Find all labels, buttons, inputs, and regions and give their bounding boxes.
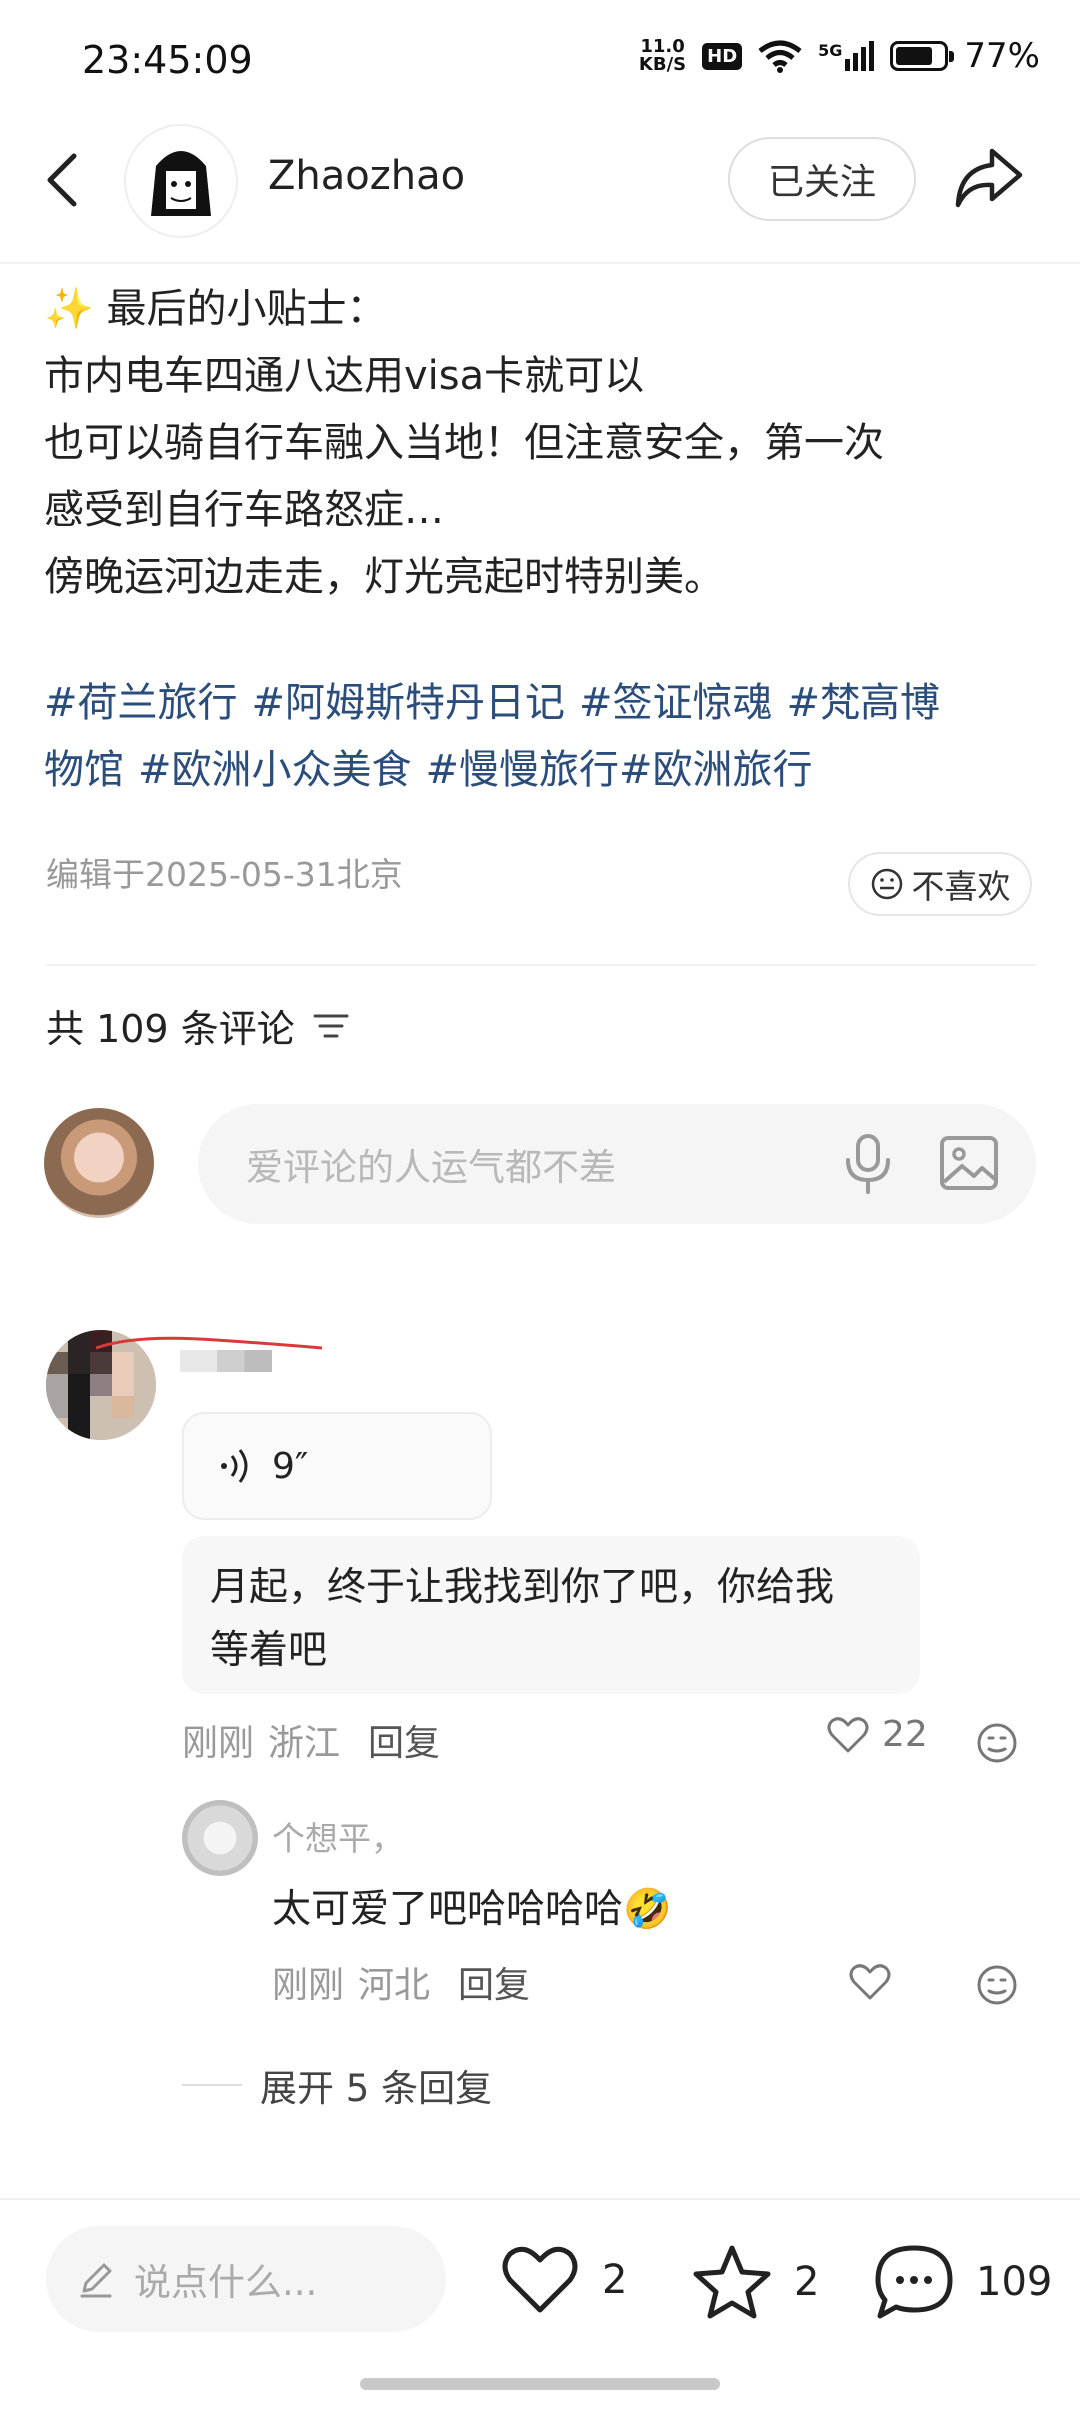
like-button[interactable]: 2 bbox=[500, 2244, 627, 2316]
hashtag-link[interactable]: #梵高博 bbox=[787, 680, 941, 726]
voice-message[interactable]: 9″ bbox=[182, 1412, 492, 1520]
like-count: 2 bbox=[602, 2257, 628, 2303]
post-body: ✨ 最后的小贴士： 市内电车四通八达用visa卡就可以 也可以骑自行车融入当地！… bbox=[44, 276, 1044, 611]
reply-button[interactable]: 回复 bbox=[368, 1714, 440, 1766]
commenter-name-blurred bbox=[180, 1350, 272, 1372]
comment-text: 月起，终于让我找到你了吧，你给我 等着吧 bbox=[182, 1536, 920, 1694]
status-time: 23:45:09 bbox=[82, 38, 253, 82]
frown-face-icon bbox=[871, 868, 902, 900]
comment-line: 等着吧 bbox=[210, 1628, 328, 1673]
image-icon[interactable] bbox=[938, 1132, 1000, 1194]
share-icon[interactable] bbox=[952, 145, 1024, 211]
hashtag-link[interactable]: 物馆 bbox=[44, 747, 124, 793]
comment-button[interactable]: 109 bbox=[874, 2244, 1052, 2320]
reply-meta: 刚刚 河北 回复 bbox=[272, 1956, 530, 2008]
reply-text: 太可爱了吧哈哈哈哈🤣 bbox=[272, 1887, 672, 1932]
expand-replies-label: 展开 5 条回复 bbox=[260, 2067, 493, 2110]
hd-badge: HD bbox=[702, 42, 743, 70]
battery-level bbox=[896, 47, 932, 65]
post-line: ✨ 最后的小贴士： bbox=[44, 286, 387, 332]
expand-replies-button[interactable]: 展开 5 条回复 bbox=[182, 2058, 492, 2112]
reply-time: 刚刚 bbox=[272, 1965, 345, 2006]
comment-meta: 刚刚 浙江 回复 bbox=[182, 1714, 440, 1766]
dislike-button[interactable]: 不喜欢 bbox=[848, 852, 1032, 916]
bottom-comment-input[interactable]: 说点什么... bbox=[46, 2226, 446, 2332]
reply-avatar[interactable] bbox=[182, 1800, 258, 1876]
voice-wave-icon bbox=[221, 1449, 248, 1483]
post-line: 也可以骑自行车融入当地！但注意安全，第一次 bbox=[44, 420, 884, 466]
bottom-input-placeholder: 说点什么... bbox=[134, 2261, 318, 2304]
wifi-icon bbox=[758, 40, 802, 73]
post-line: 傍晚运河边走走，灯光亮起时特别美。 bbox=[44, 554, 724, 600]
comment-input[interactable]: 爱评论的人运气都不差 bbox=[198, 1104, 1036, 1224]
net-speed-unit: KB/S bbox=[638, 54, 687, 75]
status-icons: 11.0 KB/S HD 5G 77% bbox=[639, 36, 1040, 76]
heart-icon bbox=[502, 2246, 578, 2313]
comments-header: 共 109 条评论 bbox=[46, 998, 349, 1053]
comments-count: 共 109 条评论 bbox=[46, 1007, 295, 1051]
sort-icon[interactable] bbox=[313, 1011, 349, 1041]
post-line: 市内电车四通八达用visa卡就可以 bbox=[44, 353, 645, 399]
reply-location: 河北 bbox=[358, 1965, 431, 2006]
dislike-label: 不喜欢 bbox=[911, 867, 1011, 906]
author-avatar-image bbox=[151, 151, 211, 216]
hashtag-link[interactable]: #阿姆斯特丹日记 bbox=[252, 680, 566, 726]
my-avatar bbox=[44, 1108, 154, 1218]
follow-button[interactable]: 已关注 bbox=[728, 137, 916, 221]
comment-line: 月起，终于让我找到你了吧，你给我 bbox=[210, 1565, 835, 1610]
expand-line bbox=[182, 2084, 242, 2086]
comment-time: 刚刚 bbox=[182, 1723, 255, 1764]
comment-like-button[interactable]: 22 bbox=[826, 1714, 928, 1755]
home-indicator[interactable] bbox=[360, 2378, 720, 2390]
hashtag-link[interactable]: #欧洲小众美食 bbox=[138, 747, 412, 793]
battery-icon bbox=[890, 41, 955, 71]
signal-icon: 5G bbox=[818, 41, 875, 71]
reply-button[interactable]: 回复 bbox=[458, 1956, 530, 2008]
back-arrow-icon[interactable] bbox=[42, 150, 82, 210]
star-icon bbox=[693, 2245, 771, 2319]
comment-like-count: 22 bbox=[882, 1714, 928, 1755]
section-divider bbox=[46, 964, 1036, 966]
comment-count: 109 bbox=[976, 2259, 1053, 2305]
edit-info: 编辑于2025-05-31北京 bbox=[46, 855, 403, 894]
favorite-count: 2 bbox=[794, 2259, 820, 2305]
favorite-button[interactable]: 2 bbox=[692, 2244, 819, 2320]
header-divider bbox=[0, 262, 1080, 264]
microphone-icon[interactable] bbox=[842, 1132, 894, 1196]
heart-icon bbox=[827, 1716, 869, 1752]
reply-author-name[interactable]: 个想平， bbox=[272, 1812, 404, 1860]
voice-duration: 9″ bbox=[272, 1445, 309, 1487]
author-avatar[interactable] bbox=[124, 124, 238, 238]
comment-bubble-icon bbox=[875, 2245, 953, 2319]
comment-location: 浙江 bbox=[268, 1723, 341, 1764]
emoji-react-icon[interactable] bbox=[976, 1964, 1018, 2006]
pencil-icon bbox=[80, 2263, 112, 2298]
network-type: 5G bbox=[818, 41, 843, 60]
author-name[interactable]: Zhaozhao bbox=[268, 153, 465, 199]
post-line: 感受到自行车路怒症… bbox=[44, 487, 444, 533]
post-tags: #荷兰旅行 #阿姆斯特丹日记 #签证惊魂 #梵高博 物馆 #欧洲小众美食 #慢慢旅行#欧洲… bbox=[44, 670, 1044, 804]
hashtag-link[interactable]: #慢慢旅行#欧洲旅行 bbox=[426, 747, 813, 793]
hashtag-link[interactable]: #签证惊魂 bbox=[579, 680, 773, 726]
hashtag-link[interactable]: #荷兰旅行 bbox=[44, 680, 238, 726]
net-speed: 11.0 KB/S bbox=[639, 38, 686, 74]
heart-icon[interactable] bbox=[848, 1962, 892, 2002]
battery-percent: 77% bbox=[964, 36, 1040, 76]
bottom-bar-divider bbox=[0, 2198, 1080, 2200]
emoji-react-icon[interactable] bbox=[976, 1722, 1018, 1764]
